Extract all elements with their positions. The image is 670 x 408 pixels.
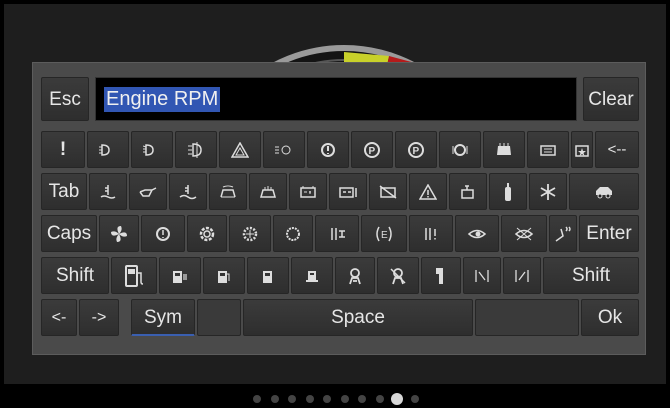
oil-pressure-icon[interactable] xyxy=(129,173,167,210)
page-dot[interactable] xyxy=(410,395,419,403)
fuel-filter-icon[interactable] xyxy=(489,173,527,210)
battery-icon[interactable] xyxy=(289,173,327,210)
fuel-pump-small-icon[interactable] xyxy=(247,257,289,294)
gear-wheel-icon[interactable] xyxy=(187,215,227,252)
warning-triangle-icon[interactable] xyxy=(409,173,447,210)
svg-text:P: P xyxy=(413,146,420,157)
page-dot-active[interactable] xyxy=(391,393,403,405)
enter-button[interactable]: Enter xyxy=(579,215,639,252)
fuel-gauge-icon[interactable] xyxy=(159,257,201,294)
space-button[interactable]: Space xyxy=(243,299,473,336)
tire-pressure-icon[interactable] xyxy=(439,131,481,168)
page-dot[interactable] xyxy=(323,395,331,403)
svg-text:E: E xyxy=(381,230,388,241)
cursor-left-button[interactable]: <- xyxy=(41,299,77,336)
key-row-1: ! P P <-- xyxy=(41,131,639,168)
fuel-cap-icon[interactable] xyxy=(571,131,593,168)
lane-left-icon[interactable] xyxy=(463,257,501,294)
blank-key-2[interactable] xyxy=(475,299,579,336)
snowflake-icon[interactable] xyxy=(529,173,567,210)
cursor-right-button[interactable]: -> xyxy=(79,299,119,336)
headlight-icon[interactable] xyxy=(131,131,173,168)
svg-text:P: P xyxy=(369,146,376,157)
blank-key-1[interactable] xyxy=(197,299,241,336)
page-dot[interactable] xyxy=(288,395,296,403)
caps-button[interactable]: Caps xyxy=(41,215,97,252)
key-row-4: Shift Shift xyxy=(41,257,639,294)
car-side-icon[interactable] xyxy=(569,173,639,210)
fuel-pump-icon[interactable] xyxy=(111,257,157,294)
driver-assist-off-icon[interactable] xyxy=(377,257,419,294)
seat-heater-icon[interactable] xyxy=(549,215,577,252)
lane-right-icon[interactable] xyxy=(503,257,541,294)
page-dot[interactable] xyxy=(375,395,384,403)
engine-check-icon[interactable] xyxy=(449,173,487,210)
hazard-warning-icon[interactable] xyxy=(219,131,261,168)
key-row-5: <- -> Sym Space Ok xyxy=(41,299,639,336)
gas-circle-icon[interactable]: E xyxy=(361,215,407,252)
fuel-station-icon[interactable] xyxy=(203,257,245,294)
screen: Esc Engine RPM Clear ! P P <-- Tab Caps … xyxy=(4,4,666,384)
clear-button[interactable]: Clear xyxy=(583,77,639,121)
fan-icon[interactable] xyxy=(99,215,139,252)
brake-warning-icon[interactable] xyxy=(307,131,349,168)
page-dot[interactable] xyxy=(340,395,349,403)
fuse-icon[interactable] xyxy=(315,215,359,252)
rear-window-icon[interactable] xyxy=(527,131,569,168)
sym-button[interactable]: Sym xyxy=(131,299,195,336)
text-input[interactable]: Engine RPM xyxy=(95,77,577,121)
brake-disc-icon[interactable] xyxy=(141,215,185,252)
page-dot[interactable] xyxy=(270,395,279,403)
key-row-3: Caps E Enter xyxy=(41,215,639,252)
input-value: Engine RPM xyxy=(104,86,221,112)
windshield-icon[interactable] xyxy=(483,131,525,168)
washer-fluid-icon[interactable] xyxy=(209,173,247,210)
parking-brake-circle-icon[interactable]: P xyxy=(395,131,437,168)
tab-button[interactable]: Tab xyxy=(41,173,87,210)
door-icon[interactable] xyxy=(421,257,461,294)
page-dot[interactable] xyxy=(358,395,366,403)
key-row-2: Tab xyxy=(41,173,639,210)
parking-lights-icon[interactable] xyxy=(263,131,305,168)
fuse-alt-icon[interactable] xyxy=(409,215,453,252)
shift-right-button[interactable]: Shift xyxy=(543,257,639,294)
heater-icon[interactable] xyxy=(249,173,287,210)
fog-light-icon[interactable] xyxy=(175,131,217,168)
ok-button[interactable]: Ok xyxy=(581,299,639,336)
symbol-keyboard: Esc Engine RPM Clear ! P P <-- Tab Caps … xyxy=(32,62,646,355)
battery-charge-icon[interactable] xyxy=(329,173,367,210)
page-dot[interactable] xyxy=(305,395,314,403)
shift-left-button[interactable]: Shift xyxy=(41,257,109,294)
no-eye-icon[interactable] xyxy=(501,215,547,252)
input-row: Esc Engine RPM Clear xyxy=(41,77,639,121)
cog-icon[interactable] xyxy=(229,215,271,252)
coolant-level-icon[interactable] xyxy=(169,173,207,210)
circle-gear-icon[interactable] xyxy=(273,215,313,252)
backspace-button[interactable]: <-- xyxy=(595,131,639,168)
exclamation-key[interactable]: ! xyxy=(41,131,85,168)
parking-brake-icon[interactable]: P xyxy=(351,131,393,168)
esc-button[interactable]: Esc xyxy=(41,77,89,121)
driver-assist-icon[interactable] xyxy=(335,257,375,294)
page-indicator xyxy=(0,388,670,408)
fuel-can-icon[interactable] xyxy=(291,257,333,294)
page-dot[interactable] xyxy=(253,395,261,403)
battery-fault-icon[interactable] xyxy=(369,173,407,210)
headlight-low-icon[interactable] xyxy=(87,131,129,168)
eye-icon[interactable] xyxy=(455,215,499,252)
coolant-temp-icon[interactable] xyxy=(89,173,127,210)
